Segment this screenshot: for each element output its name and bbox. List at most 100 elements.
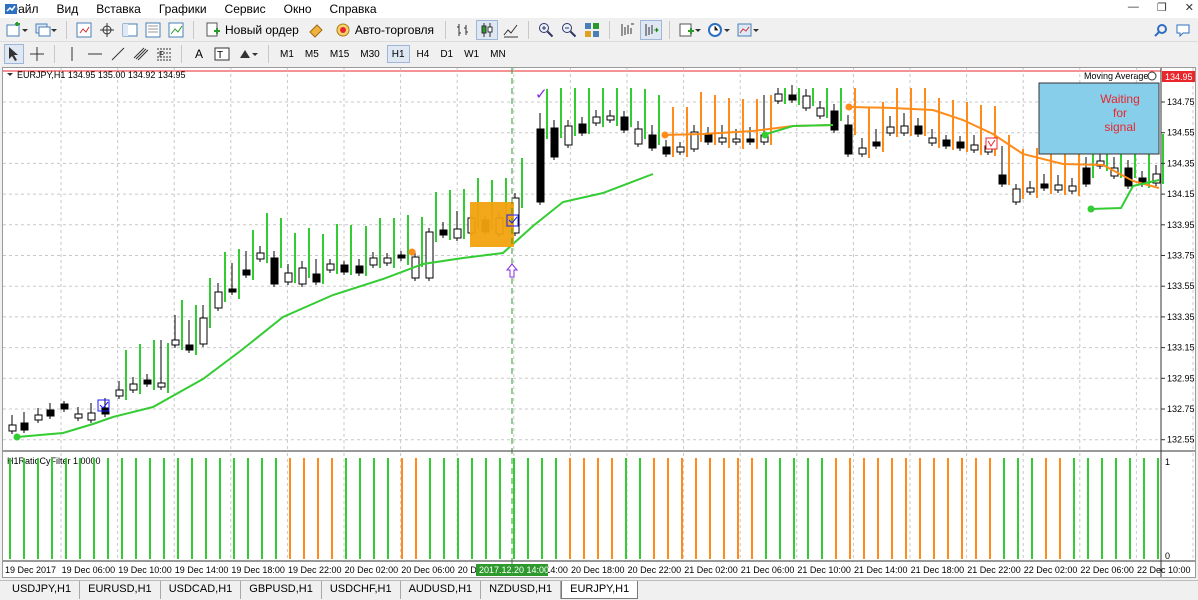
- price-tick-label: 132.55: [1167, 435, 1195, 445]
- arrows-icon[interactable]: [235, 44, 261, 64]
- timeframe-h1[interactable]: H1: [386, 45, 410, 63]
- cursor-icon[interactable]: [4, 44, 24, 64]
- histogram-bar: [37, 458, 39, 559]
- timeframe-m5[interactable]: M5: [301, 45, 323, 63]
- histogram-bar: [891, 458, 893, 559]
- tab-gbpusd[interactable]: GBPUSD,H1: [241, 581, 322, 599]
- candle-body: [648, 134, 657, 149]
- tab-usdchf[interactable]: USDCHF,H1: [321, 581, 401, 599]
- indicator-wicks: [125, 88, 1164, 400]
- timeframe-m1[interactable]: M1: [276, 45, 298, 63]
- profiles-icon[interactable]: [33, 20, 59, 40]
- indicators-icon[interactable]: [677, 20, 703, 40]
- market-watch-icon[interactable]: [74, 20, 94, 40]
- timeframe-h4[interactable]: H4: [413, 45, 434, 63]
- histogram-bar: [751, 458, 753, 559]
- autoscroll-icon[interactable]: [640, 19, 663, 40]
- tab-eurusd[interactable]: EURUSD,H1: [80, 581, 161, 599]
- terminal-icon[interactable]: [143, 20, 163, 40]
- drawing-toolbar: F A T M1 M5 M15 M30 H1 H4 D1 W1 MN: [0, 42, 1198, 66]
- menu-tools[interactable]: Сервис: [216, 0, 275, 18]
- vertical-line-icon[interactable]: [62, 44, 82, 64]
- histogram-bar: [401, 458, 403, 559]
- close-indicator-icon[interactable]: [1147, 71, 1157, 81]
- zoom-in-icon[interactable]: [536, 20, 556, 40]
- restore-icon[interactable]: ❐: [1157, 1, 1167, 14]
- crosshair-icon[interactable]: [27, 44, 47, 64]
- menu-window[interactable]: Окно: [275, 0, 321, 18]
- histogram-bar: [681, 458, 683, 559]
- trendline-icon[interactable]: [108, 44, 128, 64]
- tile-windows-icon[interactable]: [582, 20, 602, 40]
- timeframe-m15[interactable]: M15: [326, 45, 353, 63]
- candlestick-icon[interactable]: [476, 19, 499, 40]
- timeframe-m30[interactable]: M30: [356, 45, 383, 63]
- autotrading-button[interactable]: Авто-торговля: [331, 20, 438, 40]
- checkmark-icon: ✓: [535, 85, 548, 103]
- histogram-bar: [275, 458, 277, 559]
- candle-body: [830, 110, 839, 131]
- signal-box-line2: for: [1113, 106, 1127, 120]
- histogram-bar: [457, 458, 459, 559]
- templates-icon[interactable]: [735, 20, 761, 40]
- ma-start-dot: [408, 248, 416, 256]
- toolbar-separator: [528, 20, 530, 39]
- chart-shift-icon[interactable]: [617, 20, 637, 40]
- menu-insert[interactable]: Вставка: [87, 0, 150, 18]
- fibonacci-icon[interactable]: F: [154, 44, 174, 64]
- candle-body: [256, 252, 265, 260]
- zoom-out-icon[interactable]: [559, 20, 579, 40]
- search-icon[interactable]: [1154, 23, 1168, 37]
- tab-eurjpy[interactable]: EURJPY,H1: [561, 581, 639, 599]
- time-tick-label: 21 Dec 14:00: [854, 565, 908, 575]
- candle-body: [1040, 183, 1049, 189]
- subwindow-scale-min: 0: [1165, 551, 1170, 561]
- timeframe-mn[interactable]: MN: [486, 45, 510, 63]
- histogram-bar: [835, 458, 837, 559]
- menu-charts[interactable]: Графики: [150, 0, 216, 18]
- histogram-bar: [905, 458, 907, 559]
- data-window-icon[interactable]: [120, 20, 140, 40]
- candle-body: [453, 228, 462, 239]
- histogram-bar: [863, 458, 865, 559]
- chart-menu-icon[interactable]: [7, 73, 13, 76]
- histogram-bar: [289, 458, 291, 559]
- time-tick-label: 19 Dec 10:00: [118, 565, 172, 575]
- bar-chart-icon[interactable]: [453, 20, 473, 40]
- subwindow-label: H1RatioCyFilter 1.0000: [7, 456, 101, 466]
- toolbar-separator: [445, 20, 447, 39]
- candle-body: [312, 273, 321, 283]
- text-label-icon[interactable]: T: [212, 44, 232, 64]
- horizontal-line-icon[interactable]: [85, 44, 105, 64]
- histogram-bar: [23, 458, 25, 559]
- new-chart-icon[interactable]: [4, 20, 30, 40]
- ma-line-bull: [762, 124, 834, 136]
- text-icon[interactable]: A: [189, 44, 209, 64]
- tab-nzdusd[interactable]: NZDUSD,H1: [481, 581, 562, 599]
- chat-icon[interactable]: [1176, 23, 1190, 37]
- minimize-icon[interactable]: —: [1128, 1, 1139, 14]
- equidistant-channel-icon[interactable]: [131, 44, 151, 64]
- navigator-icon[interactable]: [97, 20, 117, 40]
- histogram-bar: [149, 458, 151, 559]
- candle-body: [858, 147, 867, 155]
- new-order-button[interactable]: Новый ордер: [201, 20, 303, 40]
- timeframe-d1[interactable]: D1: [436, 45, 457, 63]
- timeframe-w1[interactable]: W1: [460, 45, 483, 63]
- periods-icon[interactable]: [706, 20, 732, 40]
- chart-window[interactable]: EURJPY,H1 134.95 135.00 134.92 134.95 Mo…: [2, 67, 1196, 578]
- histogram-bar: [359, 458, 361, 559]
- candle-body: [942, 139, 951, 147]
- line-chart-icon[interactable]: [501, 20, 521, 40]
- candle-body: [284, 272, 293, 283]
- tab-audusd[interactable]: AUDUSD,H1: [400, 581, 482, 599]
- histogram-bar: [135, 458, 137, 559]
- strategy-tester-icon[interactable]: [166, 20, 186, 40]
- candle-body: [171, 339, 180, 346]
- menu-help[interactable]: Справка: [321, 0, 386, 18]
- tab-usdjpy[interactable]: USDJPY,H1: [4, 581, 81, 599]
- close-icon[interactable]: ✕: [1185, 1, 1194, 14]
- meta-editor-icon[interactable]: [306, 20, 328, 40]
- tab-usdcad[interactable]: USDCAD,H1: [160, 581, 242, 599]
- menu-view[interactable]: Вид: [48, 0, 88, 18]
